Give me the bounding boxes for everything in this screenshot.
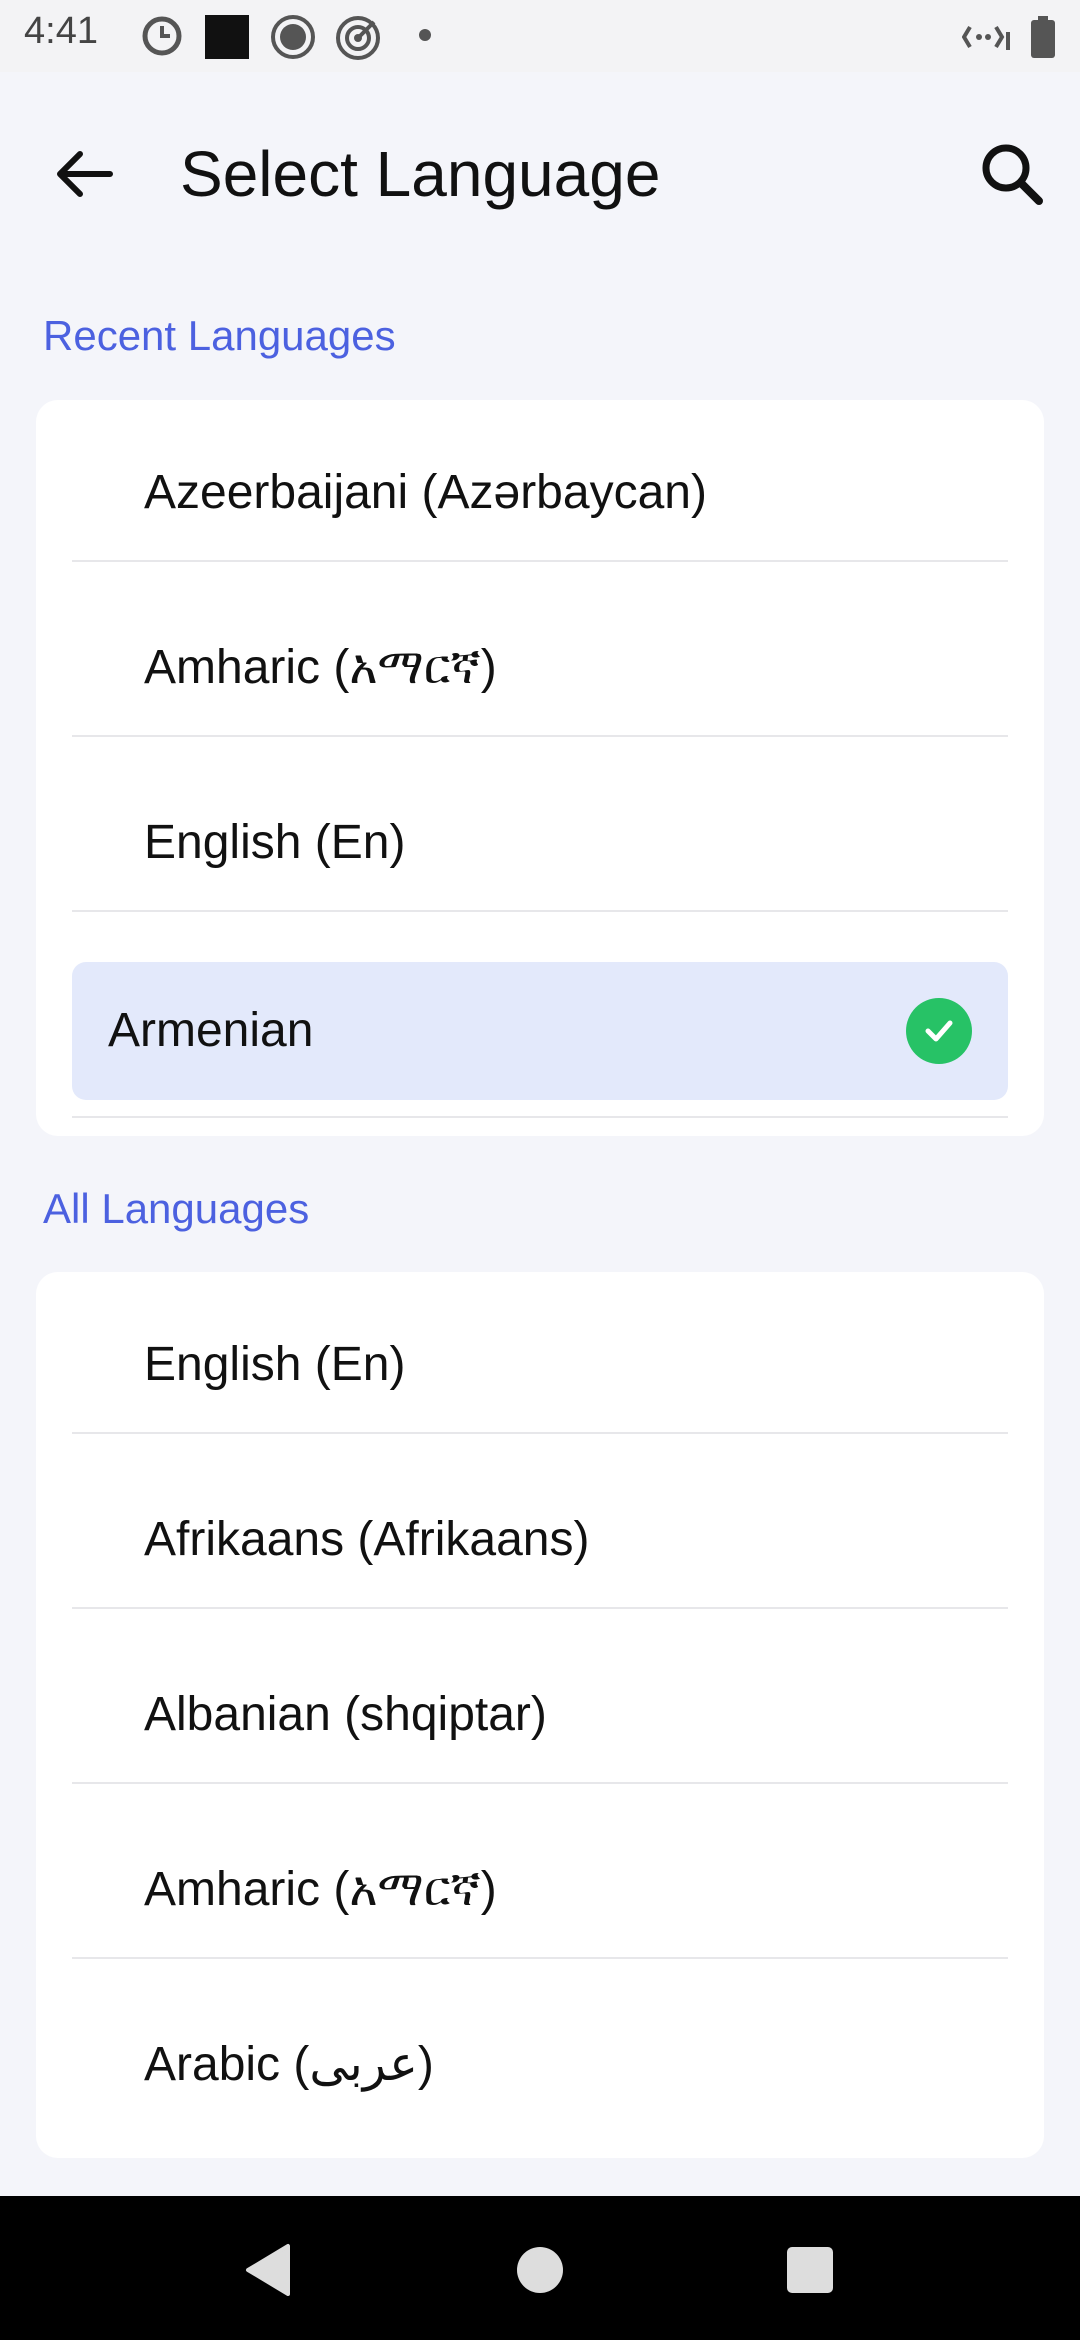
nav-back-button[interactable] — [228, 2232, 308, 2312]
recent-language-row[interactable]: Amharic (አማርኛ) — [72, 599, 1008, 737]
nav-recents-icon — [786, 2246, 834, 2299]
nav-home-icon — [516, 2246, 564, 2299]
language-row[interactable]: Afrikaans (Afrikaans) — [72, 1471, 1008, 1609]
language-label: Azeerbaijani (Azərbaycan) — [144, 466, 707, 519]
recent-language-row[interactable]: Azeerbaijani (Azərbaycan) — [72, 424, 1008, 562]
navigation-bar — [0, 2196, 1080, 2340]
language-label: Albanian (shqiptar) — [144, 1688, 547, 1741]
language-row[interactable]: Amharic (አማርኛ) — [72, 1821, 1008, 1959]
nav-back-icon — [242, 2242, 294, 2303]
language-label: Amharic (አማርኛ) — [144, 1863, 497, 1916]
record-icon — [270, 14, 316, 65]
language-row[interactable]: Arabic (عربى) — [72, 1996, 1008, 2134]
all-languages-heading: All Languages — [43, 1185, 310, 1232]
nav-recents-button[interactable] — [770, 2232, 850, 2312]
app-bar: Select Language — [0, 72, 1080, 272]
search-button[interactable] — [968, 132, 1056, 220]
recent-language-row[interactable]: English (En) — [72, 774, 1008, 912]
recent-languages-heading: Recent Languages — [43, 312, 396, 359]
status-bar: 4:41 — [0, 0, 1080, 72]
check-icon — [906, 998, 972, 1064]
page-title: Select Language — [180, 138, 661, 210]
recent-language-row-selected[interactable]: Armenian — [72, 962, 1008, 1100]
recent-languages-card: Azeerbaijani (Azərbaycan) Amharic (አማርኛ)… — [36, 400, 1044, 1136]
language-row[interactable]: English (En) — [72, 1296, 1008, 1434]
search-icon — [979, 141, 1045, 212]
language-label: Afrikaans (Afrikaans) — [144, 1513, 590, 1566]
dot-icon — [418, 28, 432, 47]
nav-home-button[interactable] — [500, 2232, 580, 2312]
arrow-left-icon — [54, 149, 114, 204]
language-label: Arabic (عربى) — [144, 2038, 434, 2091]
status-time: 4:41 — [24, 10, 98, 52]
divider — [72, 1116, 1008, 1118]
back-button[interactable] — [40, 132, 128, 220]
language-label: Armenian — [108, 1004, 314, 1057]
language-row[interactable]: Albanian (shqiptar) — [72, 1646, 1008, 1784]
all-languages-card: English (En) Afrikaans (Afrikaans) Alban… — [36, 1272, 1044, 2158]
language-label: Amharic (አማርኛ) — [144, 641, 497, 694]
battery-icon — [1030, 16, 1056, 63]
target-icon — [334, 14, 382, 67]
signal-icon — [961, 22, 1012, 57]
language-label: English (En) — [144, 1338, 406, 1391]
language-label: English (En) — [144, 816, 406, 869]
square-icon — [204, 14, 250, 65]
do-not-disturb-icon — [140, 14, 184, 63]
